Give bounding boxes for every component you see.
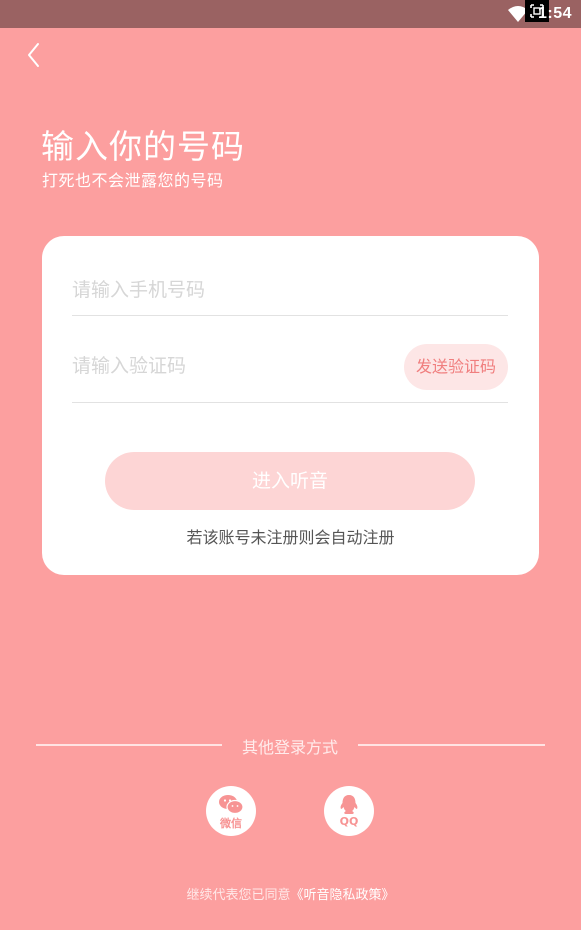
verification-code-input[interactable] bbox=[72, 340, 392, 392]
divider-left bbox=[36, 744, 222, 746]
qq-penguin-icon bbox=[340, 795, 358, 814]
page-title: 输入你的号码 bbox=[41, 127, 245, 166]
wechat-login-button[interactable]: 微信 bbox=[206, 786, 256, 836]
login-screen: 1:54 输入你的号码 打死也不会泄露您的号码 发送验证码 进入听音 若该账号未… bbox=[0, 0, 581, 930]
code-field: 发送验证码 bbox=[72, 340, 508, 403]
back-button[interactable] bbox=[20, 38, 48, 72]
privacy-policy-line: 继续代表您已同意《听音隐私政策》 bbox=[0, 884, 581, 903]
phone-input[interactable] bbox=[72, 266, 508, 314]
qq-login-button[interactable]: QQ bbox=[324, 786, 374, 836]
status-time: 1:54 bbox=[538, 5, 573, 22]
login-card: 发送验证码 进入听音 若该账号未注册则会自动注册 bbox=[42, 236, 539, 575]
page-subtitle: 打死也不会泄露您的号码 bbox=[42, 171, 224, 190]
enter-button[interactable]: 进入听音 bbox=[105, 452, 475, 510]
phone-field bbox=[72, 266, 508, 316]
auto-register-note: 若该账号未注册则会自动注册 bbox=[186, 528, 395, 547]
status-bar: 1:54 bbox=[0, 0, 581, 28]
other-login-label: 其他登录方式 bbox=[241, 738, 338, 757]
wechat-icon bbox=[219, 795, 244, 815]
privacy-policy-link[interactable]: 《听音隐私政策》 bbox=[291, 888, 395, 903]
chevron-left-icon bbox=[28, 43, 39, 67]
send-code-button[interactable]: 发送验证码 bbox=[404, 344, 508, 390]
wechat-label: 微信 bbox=[220, 817, 242, 830]
qq-label: QQ bbox=[339, 815, 359, 828]
policy-prefix: 继续代表您已同意 bbox=[186, 888, 291, 903]
divider-right bbox=[358, 744, 545, 746]
